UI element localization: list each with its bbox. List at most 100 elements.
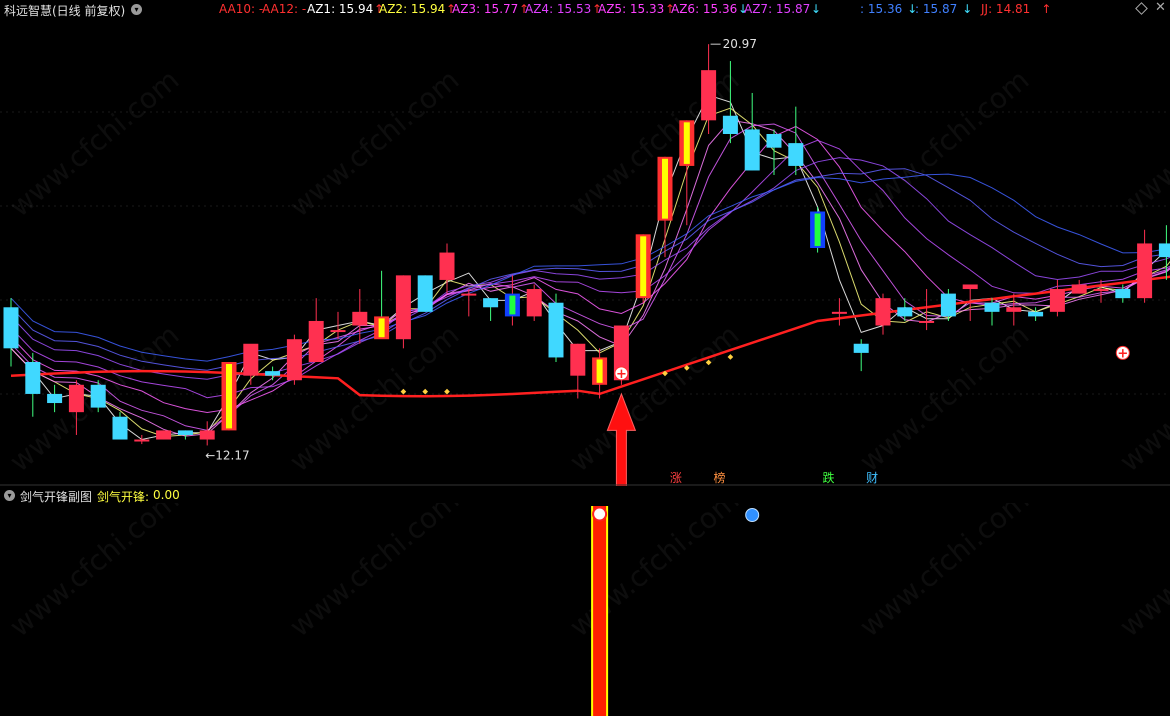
- sub-indicator-chart[interactable]: www.cfchi.com www.cfchi.com www.cfchi.com w…: [0, 503, 1170, 716]
- red-ball-icon: [592, 506, 608, 522]
- candle-body: [1006, 307, 1022, 312]
- candle-body: [853, 343, 869, 353]
- candle-body: [1093, 289, 1109, 292]
- watermark: www.cfchi.com: [1113, 318, 1170, 478]
- stock-title[interactable]: 科远智慧(日线 前复权): [4, 2, 125, 19]
- candle-body: [395, 275, 411, 340]
- collapse-icon[interactable]: ▾: [131, 4, 142, 15]
- candle-body: [526, 289, 542, 317]
- watermark: www.cfchi.com: [853, 503, 1035, 643]
- watermark: www.cfchi.com: [563, 503, 745, 643]
- candle-highlight-core: [596, 359, 603, 383]
- tag-cai: 财: [866, 471, 878, 485]
- candle-body: [548, 302, 564, 358]
- indicator-value: : 15.87: [915, 2, 958, 16]
- candle-body: [897, 307, 913, 317]
- watermark: www.cfchi.com: [563, 318, 745, 478]
- buy-signal-icon-glyph: +: [616, 367, 627, 382]
- signal-bar: [593, 506, 607, 716]
- candle-body: [90, 384, 106, 408]
- candle-body: [1115, 289, 1131, 299]
- candle-body: [701, 70, 717, 121]
- main-price-chart[interactable]: www.cfchi.com www.cfchi.com www.cfchi.com w…: [0, 18, 1170, 486]
- candle-body: [461, 293, 477, 296]
- candle-body: [570, 343, 586, 376]
- candle-body: [788, 143, 804, 166]
- watermark: www.cfchi.com: [1113, 63, 1170, 223]
- indicator-value: AA12: -: [262, 2, 307, 16]
- indicator-value: AZ5: 15.33: [598, 2, 665, 16]
- sub-collapse-icon[interactable]: ▾: [4, 490, 15, 501]
- arrow-down-icon: ↓: [962, 2, 973, 16]
- candle-body: [1158, 243, 1170, 258]
- candle-body: [919, 320, 935, 323]
- candle-body: [722, 115, 738, 134]
- indicator-value: AZ7: 15.87: [744, 2, 811, 16]
- candle-body: [156, 430, 172, 440]
- tag-bang: 榜: [714, 470, 726, 485]
- sub-indicator-value: 0.00: [153, 488, 180, 502]
- watermark: www.cfchi.com: [283, 503, 465, 643]
- watermark: www.cfchi.com: [853, 63, 1035, 223]
- low-price-label: ←12.17: [205, 448, 249, 462]
- watermark: www.cfchi.com: [283, 63, 465, 223]
- tag-zhang: 涨: [670, 470, 682, 485]
- tag-die: 跌: [823, 470, 835, 485]
- indicator-value: AZ1: 15.94: [307, 2, 374, 16]
- diamond-icon[interactable]: [1135, 2, 1148, 15]
- candle-body: [199, 430, 215, 440]
- high-price-label: 20.97: [723, 37, 757, 51]
- indicator-value: AZ3: 15.77: [452, 2, 519, 16]
- candle-body: [483, 298, 499, 308]
- candle-body: [1049, 289, 1065, 312]
- candle-highlight-core: [226, 364, 232, 429]
- candle-body: [352, 311, 368, 326]
- watermark: www.cfchi.com: [3, 63, 185, 223]
- candle-highlight-core: [814, 213, 821, 246]
- candle-body: [243, 343, 259, 376]
- indicator-value: AZ6: 15.36: [671, 2, 738, 16]
- indicator-value: : 15.36: [860, 2, 903, 16]
- candle-highlight-core: [509, 295, 516, 315]
- candle-body: [875, 298, 891, 326]
- candle-body: [265, 371, 281, 376]
- candle-body: [962, 284, 978, 290]
- candle-body: [68, 384, 84, 413]
- indicator-value: AA10: -: [219, 2, 264, 16]
- candle-body: [1028, 311, 1044, 317]
- candle-body: [286, 339, 302, 381]
- candle-body: [177, 430, 193, 435]
- candle-body: [330, 330, 346, 333]
- candle-body: [744, 129, 760, 171]
- candle-body: [831, 311, 847, 314]
- candle-body: [940, 293, 956, 317]
- candle-body: [3, 307, 19, 349]
- candle-body: [766, 134, 782, 148]
- candle-body: [25, 362, 41, 394]
- watermark: www.cfchi.com: [563, 63, 745, 223]
- blue-ball-icon: [745, 508, 760, 522]
- candle-body: [984, 302, 1000, 312]
- watermark: www.cfchi.com: [853, 318, 1035, 478]
- candle-highlight-core: [640, 236, 647, 297]
- candle-body: [1137, 243, 1153, 299]
- watermark: www.cfchi.com: [3, 503, 185, 643]
- candle-body: [439, 252, 455, 280]
- candle-highlight-core: [683, 122, 690, 164]
- candle-body: [112, 416, 128, 440]
- candle-highlight-core: [378, 318, 385, 338]
- arrow-up-icon: ↑: [1041, 2, 1052, 16]
- candle-body: [417, 275, 433, 312]
- indicator-value: AZ4: 15.53: [525, 2, 592, 16]
- moving-average-line: [10, 107, 1170, 438]
- candle-body: [47, 393, 63, 404]
- close-icon[interactable]: ✕: [1155, 0, 1166, 15]
- candle-body: [308, 320, 324, 362]
- candle-body: [134, 439, 150, 442]
- arrow-down-icon: ↓: [811, 2, 822, 16]
- watermark: www.cfchi.com: [1113, 503, 1170, 643]
- moving-average-line: [10, 94, 1170, 441]
- indicator-value: JJ: 14.81: [981, 2, 1031, 16]
- indicator-value: AZ2: 15.94: [379, 2, 446, 16]
- buy-signal-icon-glyph: +: [1117, 346, 1128, 361]
